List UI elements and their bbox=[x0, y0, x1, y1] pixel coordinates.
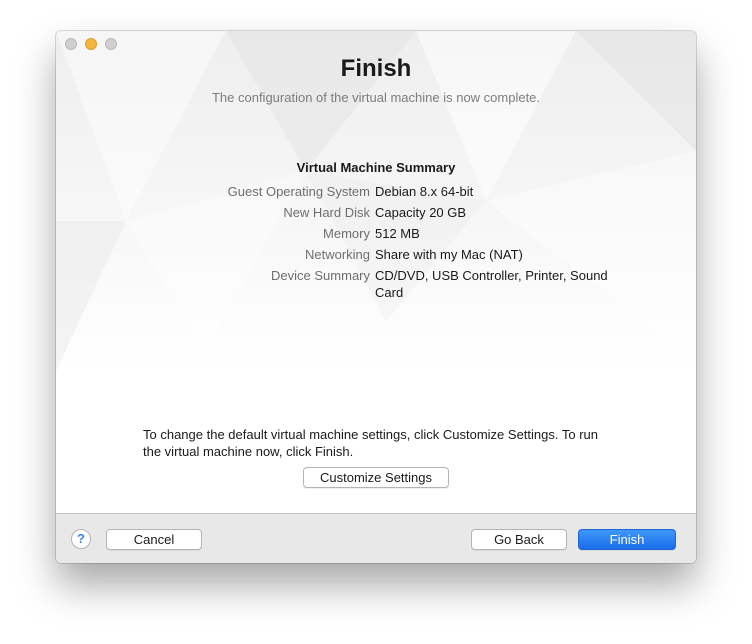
summary-heading: Virtual Machine Summary bbox=[296, 160, 456, 175]
summary-label: Guest Operating System bbox=[227, 184, 370, 199]
summary-value: Capacity 20 GB bbox=[375, 205, 467, 220]
summary-label: Memory bbox=[323, 226, 370, 241]
summary-label: Networking bbox=[304, 247, 370, 262]
finish-button[interactable]: Finish bbox=[578, 529, 676, 550]
summary-value: Debian 8.x 64-bit bbox=[375, 184, 474, 199]
finish-dialog-window: Finish The configuration of the virtual … bbox=[56, 31, 696, 563]
page-title: Finish bbox=[340, 55, 412, 82]
minimize-icon[interactable] bbox=[85, 38, 97, 50]
summary-row-guest-os: Guest Operating System Debian 8.x 64-bit bbox=[56, 183, 696, 204]
summary-value: Share with my Mac (NAT) bbox=[375, 247, 523, 262]
page-subtitle: The configuration of the virtual machine… bbox=[211, 90, 541, 105]
cancel-button[interactable]: Cancel bbox=[106, 529, 202, 550]
customize-settings-button[interactable]: Customize Settings bbox=[303, 467, 449, 488]
dialog-content: Finish The configuration of the virtual … bbox=[56, 31, 696, 513]
customize-hint-text: To change the default virtual machine se… bbox=[143, 427, 598, 459]
summary-label: Device Summary bbox=[271, 268, 370, 283]
summary-label: New Hard Disk bbox=[283, 205, 370, 220]
desktop-background: Finish The configuration of the virtual … bbox=[0, 0, 752, 644]
summary-row-hard-disk: New Hard Disk Capacity 20 GB bbox=[56, 204, 696, 225]
summary-row-device-summary: Device Summary CD/DVD, USB Controller, P… bbox=[56, 267, 696, 305]
summary-table: Guest Operating System Debian 8.x 64-bit… bbox=[56, 183, 696, 305]
close-icon[interactable] bbox=[65, 38, 77, 50]
zoom-icon[interactable] bbox=[105, 38, 117, 50]
go-back-button[interactable]: Go Back bbox=[471, 529, 567, 550]
window-controls bbox=[65, 38, 117, 50]
summary-value: CD/DVD, USB Controller, Printer, Sound C… bbox=[375, 268, 608, 300]
dialog-footer: ? Cancel Go Back Finish bbox=[56, 513, 696, 563]
summary-row-memory: Memory 512 MB bbox=[56, 225, 696, 246]
summary-value: 512 MB bbox=[375, 226, 420, 241]
summary-row-networking: Networking Share with my Mac (NAT) bbox=[56, 246, 696, 267]
help-icon[interactable]: ? bbox=[71, 529, 91, 549]
